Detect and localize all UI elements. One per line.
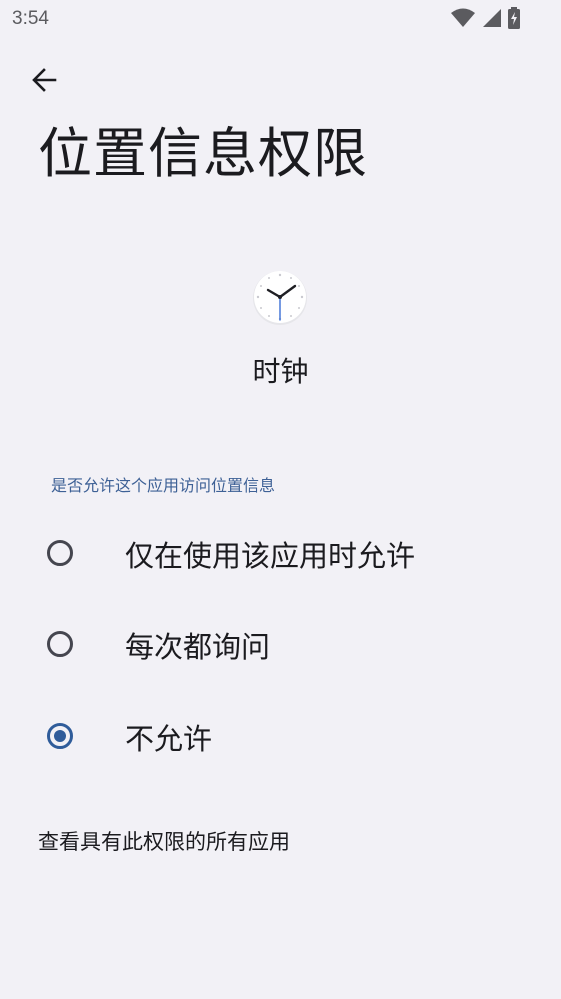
page-title: 位置信息权限 xyxy=(38,122,368,185)
radio-button-selected[interactable] xyxy=(47,723,73,749)
battery-charging-icon xyxy=(507,7,521,33)
app-name: 时钟 xyxy=(252,355,309,388)
radio-button[interactable] xyxy=(47,631,73,657)
option-label: 不允许 xyxy=(125,722,213,756)
status-time: 3:54 xyxy=(12,8,49,29)
option-allow-while-using[interactable]: 仅在使用该应用时允许 xyxy=(0,513,561,593)
permission-question: 是否允许这个应用访问位置信息 xyxy=(51,476,276,495)
back-button[interactable] xyxy=(22,60,66,104)
arrow-back-icon xyxy=(30,66,58,98)
clock-icon xyxy=(251,268,309,326)
option-label: 仅在使用该应用时允许 xyxy=(125,539,416,573)
option-ask-every-time[interactable]: 每次都询问 xyxy=(0,604,561,684)
status-bar: 3:54 xyxy=(0,0,561,40)
option-deny[interactable]: 不允许 xyxy=(0,696,561,776)
radio-button[interactable] xyxy=(47,540,73,566)
status-icons xyxy=(451,7,521,33)
see-all-apps-link[interactable]: 查看具有此权限的所有应用 xyxy=(38,826,290,856)
signal-icon xyxy=(481,8,501,32)
wifi-icon xyxy=(451,8,475,32)
option-label: 每次都询问 xyxy=(125,630,271,664)
